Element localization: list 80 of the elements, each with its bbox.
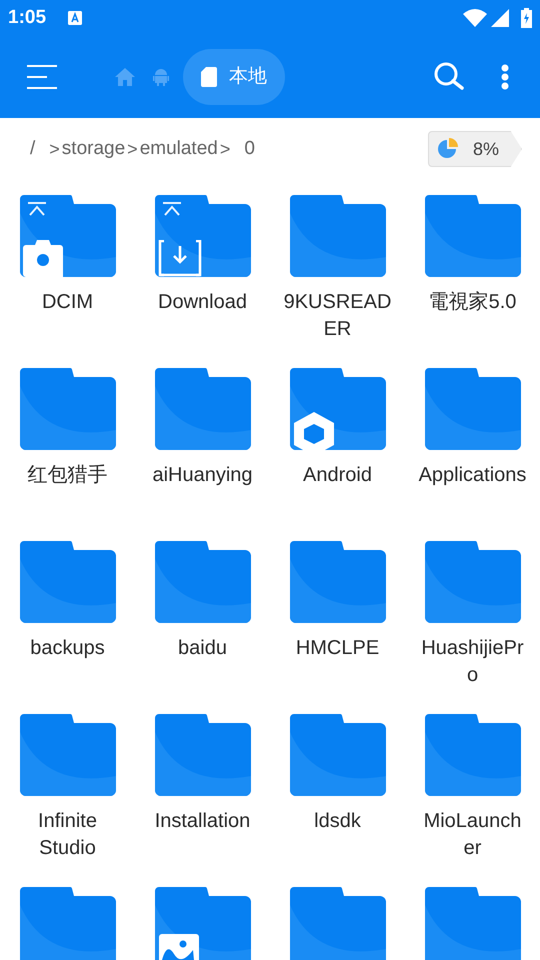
home-icon: [115, 68, 135, 86]
folder-name: baidu: [177, 636, 228, 661]
menu-button[interactable]: [27, 65, 57, 89]
folder-icon: [290, 887, 386, 960]
folder[interactable]: [424, 195, 520, 277]
signal-icon: [491, 9, 509, 27]
sd-card-icon: [201, 67, 217, 87]
folder-name: MioLauncher: [422, 809, 522, 861]
battery-icon: [521, 8, 532, 28]
folder-name: Download: [157, 290, 248, 315]
storage-usage-chip[interactable]: 8%: [428, 131, 522, 167]
android-icon: [153, 68, 169, 86]
folder-name: ldsdk: [313, 809, 362, 834]
folder[interactable]: [20, 887, 116, 960]
pin-up-icon: [162, 202, 182, 216]
folder[interactable]: [20, 541, 116, 623]
folder[interactable]: [424, 714, 520, 796]
folder[interactable]: [154, 195, 250, 277]
folder-name: Infinite Studio: [37, 809, 98, 861]
folder[interactable]: [424, 541, 520, 623]
image-icon: [158, 934, 198, 960]
folder-icon: [424, 195, 520, 277]
folder-name: 9KUSREADER: [284, 290, 392, 342]
folder-icon: [424, 541, 520, 623]
keyboard-app-icon: [68, 11, 82, 25]
folder[interactable]: [290, 195, 386, 277]
folder-name: HuashijiePro: [420, 636, 525, 688]
folder-name: backups: [29, 636, 106, 661]
folder-name: 红包猎手: [26, 463, 108, 488]
folder-name: aiHuanying: [151, 463, 254, 488]
folder-icon: [290, 541, 386, 623]
folder-icon: [424, 368, 520, 450]
folder-icon: [20, 887, 116, 960]
folder-name: Android: [302, 463, 373, 488]
pie-chart-icon: [436, 138, 459, 160]
folder[interactable]: [20, 368, 116, 450]
folder-icon: [154, 195, 250, 277]
breadcrumb[interactable]: storage: [62, 134, 126, 164]
folder[interactable]: [424, 887, 520, 960]
folder-icon: [154, 541, 250, 623]
folder-name: Applications: [418, 463, 526, 488]
folder-icon: [20, 541, 116, 623]
folder-icon: [290, 714, 386, 796]
path-separator: >: [49, 138, 60, 160]
folder[interactable]: [290, 714, 386, 796]
path-tab[interactable]: 本地: [183, 49, 285, 105]
pin-up-icon: [26, 202, 46, 216]
folder[interactable]: [290, 887, 386, 960]
breadcrumb[interactable]: emulated: [140, 134, 218, 164]
folder[interactable]: [290, 541, 386, 623]
folder-name: 電視家5.0: [428, 290, 518, 315]
folder[interactable]: [154, 714, 250, 796]
search-button[interactable]: [434, 62, 464, 92]
search-icon: [434, 62, 464, 92]
folder[interactable]: [154, 887, 250, 960]
folder-name: DCIM: [40, 290, 94, 315]
menu-icon: [27, 65, 57, 89]
path-separator: >: [127, 138, 138, 160]
folder-name: HMCLPE: [294, 636, 380, 661]
wifi-icon: [463, 9, 487, 27]
folder-icon: [154, 368, 250, 450]
folder[interactable]: [154, 541, 250, 623]
status-time: 1:05: [8, 6, 46, 30]
folder-icon: [20, 714, 116, 796]
breadcrumb[interactable]: 0: [244, 134, 255, 164]
folder-icon: [424, 714, 520, 796]
folder-icon: [290, 195, 386, 277]
more-button[interactable]: [500, 64, 510, 90]
breadcrumb[interactable]: /: [30, 134, 36, 164]
folder[interactable]: [424, 368, 520, 450]
folder[interactable]: [20, 195, 116, 277]
folder[interactable]: [20, 714, 116, 796]
folder-icon: [154, 714, 250, 796]
download-icon: [158, 240, 202, 277]
folder[interactable]: [154, 368, 250, 450]
more-icon: [500, 64, 510, 90]
path-separator: >: [220, 138, 230, 160]
folder-icon: [424, 887, 520, 960]
folder-icon: [20, 368, 116, 450]
folder-name: Installation: [154, 809, 252, 834]
